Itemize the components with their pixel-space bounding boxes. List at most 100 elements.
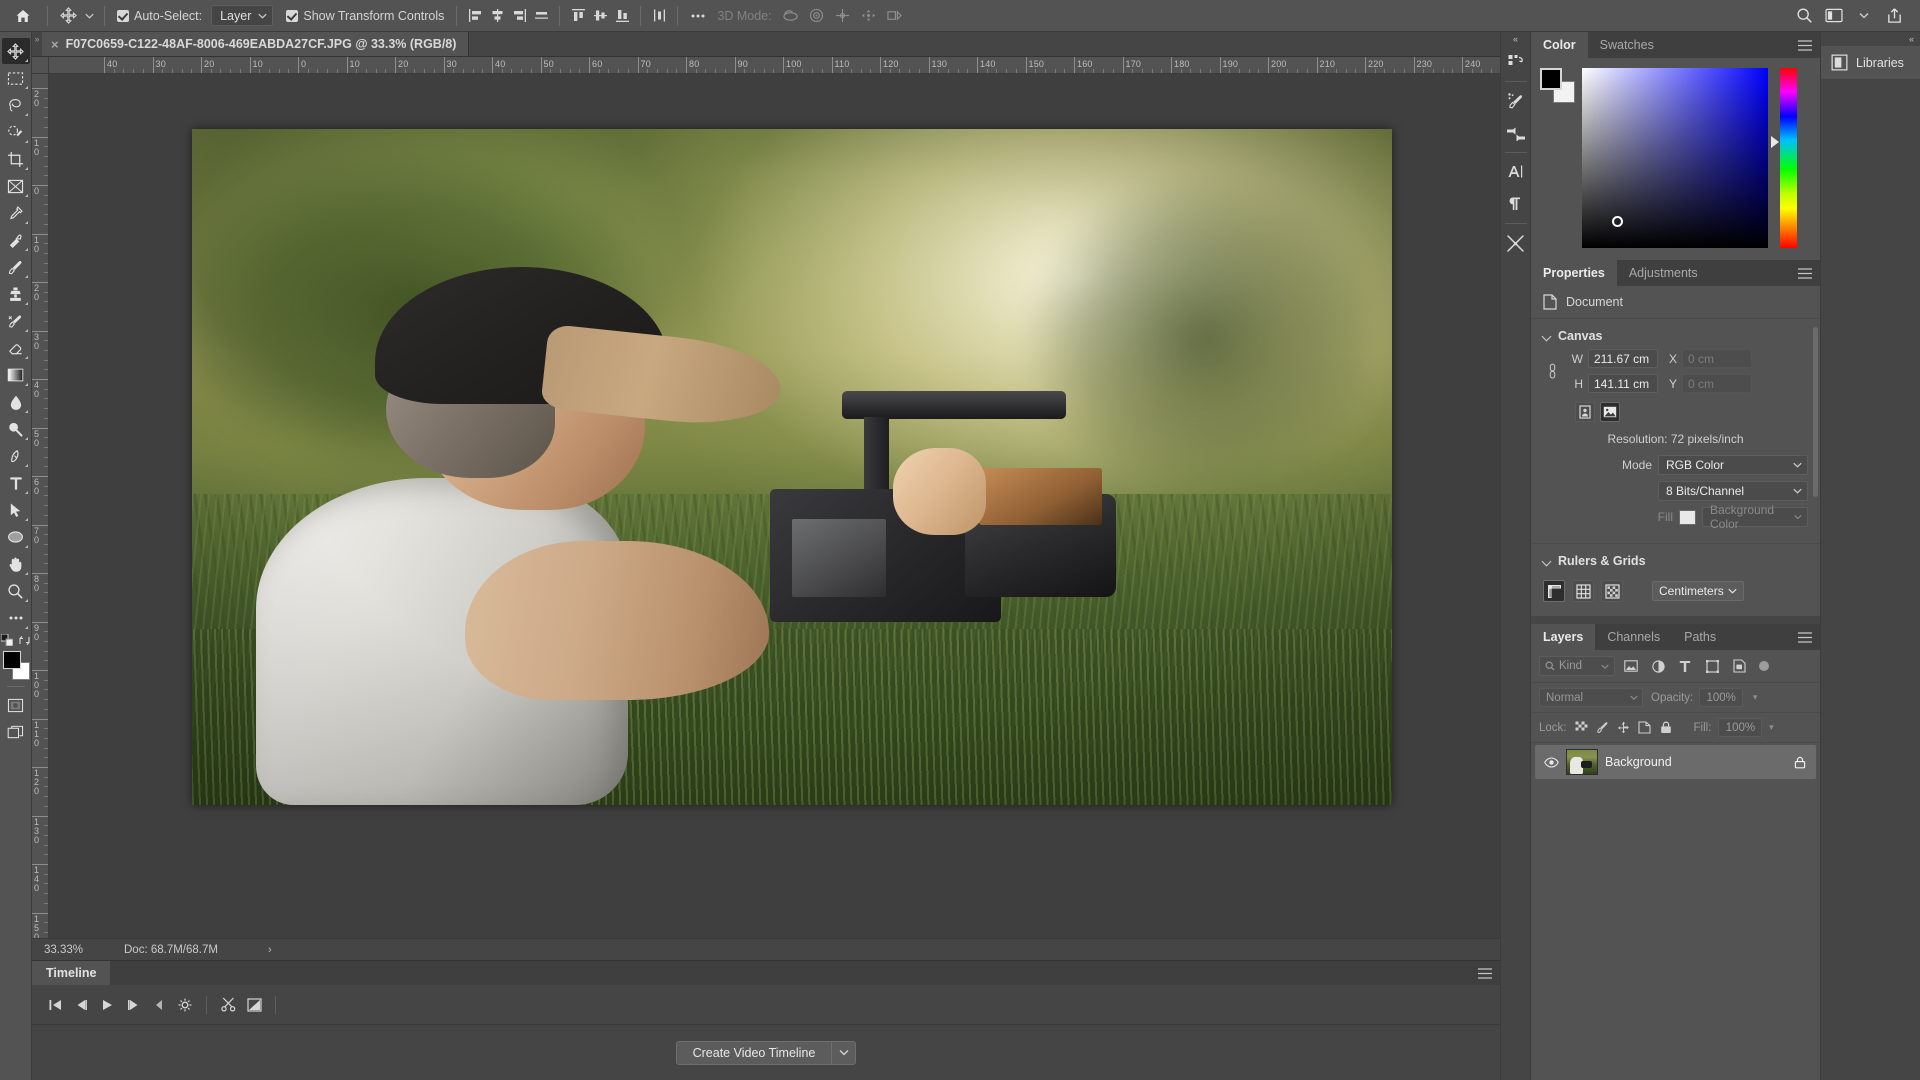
filter-smart-object-icon[interactable] <box>1728 656 1750 676</box>
chevron-down-icon[interactable] <box>1543 557 1552 566</box>
filter-enable-toggle[interactable] <box>1759 661 1769 671</box>
document-tab[interactable]: × F07C0659-C122-48AF-8006-469EABDA27CF.J… <box>42 32 469 56</box>
link-dimensions-icon[interactable] <box>1543 362 1561 380</box>
distribute-vertical-icon[interactable] <box>648 4 670 28</box>
hand-tool[interactable] <box>2 551 30 577</box>
image-artboard[interactable] <box>192 129 1392 805</box>
more-options-icon[interactable] <box>685 4 711 28</box>
filter-type-icon[interactable] <box>1674 656 1696 676</box>
previous-frame-icon[interactable] <box>68 992 94 1018</box>
y-input[interactable]: 0 cm <box>1682 374 1752 393</box>
lasso-tool[interactable] <box>2 92 30 118</box>
play-icon[interactable] <box>94 992 120 1018</box>
filter-pixel-icon[interactable] <box>1620 656 1642 676</box>
filter-adjustment-icon[interactable] <box>1647 656 1669 676</box>
dodge-tool[interactable] <box>2 416 30 442</box>
color-field[interactable] <box>1582 68 1768 248</box>
history-icon[interactable] <box>1502 46 1530 78</box>
height-input[interactable]: 141.11 cm <box>1588 374 1658 393</box>
character-icon[interactable] <box>1502 156 1530 188</box>
zoom-level[interactable]: 33.33% <box>32 944 110 956</box>
chevron-down-icon[interactable] <box>831 1042 855 1064</box>
edit-toolbar-tool[interactable] <box>2 605 30 631</box>
brush-tool[interactable] <box>2 254 30 280</box>
fill-dropdown[interactable]: Background Color <box>1702 507 1808 527</box>
foreground-color-swatch[interactable] <box>3 651 21 669</box>
auto-select-checkbox[interactable]: Auto-Select: <box>112 5 207 27</box>
object-selection-tool[interactable] <box>2 119 30 145</box>
lock-image-icon[interactable] <box>1594 719 1612 737</box>
history-brush-tool[interactable] <box>2 308 30 334</box>
brushes-icon[interactable] <box>1502 117 1530 149</box>
quick-mask-icon[interactable] <box>2 692 30 718</box>
layers-panel-menu-icon[interactable] <box>1798 624 1820 650</box>
width-input[interactable]: 211.67 cm <box>1588 349 1658 368</box>
frame-tool[interactable] <box>2 173 30 199</box>
rulers-icon[interactable] <box>1543 580 1565 602</box>
share-icon[interactable] <box>1880 3 1908 29</box>
eye-icon[interactable] <box>1543 757 1559 768</box>
color-panel-menu-icon[interactable] <box>1798 32 1820 58</box>
status-expand-icon[interactable]: › <box>218 944 272 956</box>
show-transform-checkbox-box[interactable] <box>286 10 298 22</box>
next-frame-icon[interactable] <box>120 992 146 1018</box>
lock-icon[interactable] <box>1792 756 1808 769</box>
layer-thumbnail[interactable] <box>1566 749 1598 775</box>
table-row[interactable]: Background <box>1535 745 1816 779</box>
canvas-section-header[interactable]: Canvas <box>1531 325 1820 349</box>
tab-paths[interactable]: Paths <box>1672 624 1728 650</box>
scale-3d-icon[interactable] <box>882 4 908 28</box>
blur-tool[interactable] <box>2 389 30 415</box>
filter-shape-icon[interactable] <box>1701 656 1723 676</box>
align-vertical-centers-icon[interactable] <box>589 4 611 28</box>
fill-stepper-icon[interactable]: ▾ <box>1765 722 1777 733</box>
lock-all-icon[interactable] <box>1657 719 1675 737</box>
rotate-3d-icon[interactable] <box>778 4 804 28</box>
properties-scrollbar[interactable] <box>1813 327 1818 497</box>
chevron-down-icon[interactable] <box>1850 3 1878 29</box>
tab-swatches[interactable]: Swatches <box>1588 32 1666 58</box>
align-horizontal-centers-icon[interactable] <box>486 4 508 28</box>
tab-adjustments[interactable]: Adjustments <box>1617 260 1710 286</box>
slide-3d-icon[interactable] <box>856 4 882 28</box>
eraser-tool[interactable] <box>2 335 30 361</box>
crop-tool[interactable] <box>2 146 30 172</box>
create-video-timeline-button[interactable]: Create Video Timeline <box>676 1041 857 1065</box>
transition-icon[interactable] <box>241 992 267 1018</box>
home-icon[interactable] <box>6 1 40 31</box>
opacity-value[interactable]: 100% <box>1699 688 1743 707</box>
tool-preset-chevron-icon[interactable] <box>81 5 97 27</box>
opacity-stepper-icon[interactable]: ▾ <box>1749 692 1761 703</box>
fill-color-chip[interactable] <box>1679 510 1696 525</box>
layer-filter-kind-select[interactable]: Kind <box>1539 656 1615 676</box>
type-tool[interactable] <box>2 470 30 496</box>
align-distribute-icon[interactable] <box>530 4 552 28</box>
portrait-orientation-icon[interactable] <box>1575 402 1595 422</box>
align-top-edges-icon[interactable] <box>567 4 589 28</box>
zoom-tool[interactable] <box>2 578 30 604</box>
move-tool-icon[interactable] <box>55 4 81 28</box>
pen-tool[interactable] <box>2 443 30 469</box>
blend-mode-select[interactable]: Normal <box>1539 688 1643 707</box>
path-selection-tool[interactable] <box>2 497 30 523</box>
workspace-icon[interactable] <box>1820 3 1848 29</box>
canvas-viewport[interactable] <box>49 74 1500 938</box>
go-to-first-frame-icon[interactable] <box>42 992 68 1018</box>
rectangular-marquee-tool[interactable] <box>2 65 30 91</box>
pan-3d-icon[interactable] <box>830 4 856 28</box>
auto-select-scope-dropdown[interactable]: Layer <box>211 5 273 26</box>
audio-icon[interactable] <box>146 992 172 1018</box>
ellipse-tool[interactable] <box>2 524 30 550</box>
layer-name[interactable]: Background <box>1605 755 1785 769</box>
lock-artboard-icon[interactable] <box>1636 719 1654 737</box>
close-icon[interactable]: × <box>51 38 59 51</box>
split-icon[interactable] <box>215 992 241 1018</box>
properties-panel-menu-icon[interactable] <box>1798 260 1820 286</box>
ruler-units-dropdown[interactable]: Centimeters <box>1652 581 1744 601</box>
auto-select-checkbox-box[interactable] <box>117 10 129 22</box>
align-right-edges-icon[interactable] <box>508 4 530 28</box>
search-icon[interactable] <box>1790 3 1818 29</box>
collapse-libraries-icon[interactable]: « <box>1821 32 1920 46</box>
tab-color[interactable]: Color <box>1531 32 1588 58</box>
lock-transparency-icon[interactable] <box>1573 719 1591 737</box>
